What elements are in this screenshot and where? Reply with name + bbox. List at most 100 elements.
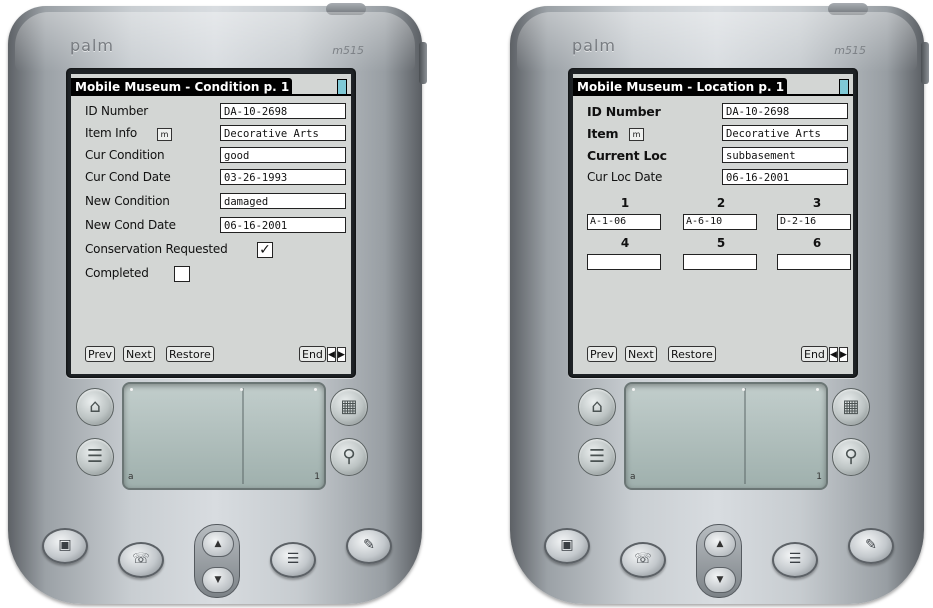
end-button[interactable]: End	[299, 346, 326, 362]
scroll-indicator	[337, 79, 347, 95]
form-titlebar: Mobile Museum - Location p. 1	[573, 78, 853, 96]
scroll-rocker: ▲ ▼	[194, 524, 240, 598]
location-number-5: 5	[716, 236, 726, 250]
side-button[interactable]	[921, 42, 929, 84]
hardware-buttons: ▣ ☏ ▲ ▼ ☰ ✎	[510, 506, 924, 598]
checkbox-row-completed: Completed	[71, 264, 351, 284]
scroll-right-arrow-icon[interactable]: ▶	[839, 347, 848, 362]
scroll-down-button[interactable]: ▼	[202, 567, 234, 593]
label-current-loc: Current Loc	[587, 148, 667, 163]
location-field-5[interactable]	[683, 254, 757, 270]
graffiti-abc-icon[interactable]: a	[630, 472, 636, 482]
restore-button[interactable]: Restore	[668, 346, 716, 362]
restore-button[interactable]: Restore	[166, 346, 214, 362]
field-row-item: Item m Decorative Arts	[573, 124, 853, 144]
field-row-cur-condition: Cur Condition good	[71, 146, 351, 166]
find-icon[interactable]: ⚲	[832, 438, 870, 476]
field-id-number[interactable]: DA-10-2698	[220, 103, 346, 119]
location-field-3[interactable]: D-2-16	[777, 214, 851, 230]
location-number-3: 3	[812, 196, 822, 210]
graffiti-123-icon[interactable]: 1	[314, 472, 320, 482]
graffiti-dot	[314, 388, 317, 391]
scroll-left-arrow-icon[interactable]: ◀	[829, 347, 838, 362]
side-button[interactable]	[419, 42, 427, 84]
stylus-nub	[828, 3, 868, 15]
palm-device-condition: palm m515 Mobile Museum - Condition p. 1…	[8, 3, 427, 604]
field-item[interactable]: Decorative Arts	[722, 125, 848, 141]
graffiti-divider	[744, 388, 746, 484]
label-completed: Completed	[85, 266, 149, 280]
graffiti-writing-area[interactable]: a 1	[122, 382, 326, 490]
menu-icon[interactable]: ☰	[578, 438, 616, 476]
date-book-button-icon[interactable]: ▣	[544, 528, 590, 564]
field-cur-cond-date[interactable]: 03-26-1993	[220, 169, 346, 185]
next-button[interactable]: Next	[123, 346, 155, 362]
palm-logo: palm	[572, 36, 616, 55]
field-cur-condition[interactable]: good	[220, 147, 346, 163]
home-icon[interactable]: ⌂	[578, 388, 616, 426]
scroll-left-arrow-icon[interactable]: ◀	[327, 347, 336, 362]
field-row-cur-cond-date: Cur Cond Date 03-26-1993	[71, 168, 351, 188]
field-row-cur-loc-date: Cur Loc Date 06-16-2001	[573, 168, 853, 188]
palm-logo: palm	[70, 36, 114, 55]
field-row-new-condition: New Condition damaged	[71, 192, 351, 212]
graffiti-abc-icon[interactable]: a	[128, 472, 134, 482]
graffiti-123-icon[interactable]: 1	[816, 472, 822, 482]
calculator-icon[interactable]: ▦	[832, 388, 870, 426]
todo-button-icon[interactable]: ☰	[270, 542, 316, 578]
note-icon[interactable]: m	[157, 128, 172, 141]
prev-button[interactable]: Prev	[85, 346, 115, 362]
address-button-icon[interactable]: ☏	[118, 542, 164, 578]
graffiti-dot	[816, 388, 819, 391]
field-new-condition[interactable]: damaged	[220, 193, 346, 209]
checkbox-completed[interactable]	[174, 266, 190, 282]
end-button[interactable]: End	[801, 346, 828, 362]
form-button-bar: Prev Next Restore End ◀ ▶	[573, 344, 853, 366]
location-number-2: 2	[716, 196, 726, 210]
location-number-6: 6	[812, 236, 822, 250]
label-cur-cond-date: Cur Cond Date	[85, 170, 171, 184]
field-new-cond-date[interactable]: 06-16-2001	[220, 217, 346, 233]
scroll-up-button[interactable]: ▲	[202, 531, 234, 557]
location-field-1[interactable]: A-1-06	[587, 214, 661, 230]
field-current-loc[interactable]: subbasement	[722, 147, 848, 163]
label-id-number: ID Number	[587, 104, 661, 119]
label-item: Item	[587, 126, 619, 141]
address-button-icon[interactable]: ☏	[620, 542, 666, 578]
location-field-6[interactable]	[777, 254, 851, 270]
model-label: m515	[834, 44, 866, 57]
scroll-right-arrow-icon[interactable]: ▶	[337, 347, 346, 362]
checkbox-conservation-requested[interactable]: ✓	[257, 242, 273, 258]
scroll-down-button[interactable]: ▼	[704, 567, 736, 593]
silkscreen-area: ⌂ ☰ ▦ ⚲ a 1	[66, 378, 368, 490]
location-number-4: 4	[620, 236, 630, 250]
calculator-icon[interactable]: ▦	[330, 388, 368, 426]
label-conservation-requested: Conservation Requested	[85, 242, 228, 256]
field-row-item-info: Item Info m Decorative Arts	[71, 124, 351, 144]
graffiti-writing-area[interactable]: a 1	[624, 382, 828, 490]
prev-button[interactable]: Prev	[587, 346, 617, 362]
graffiti-divider	[242, 388, 244, 484]
field-item-info[interactable]: Decorative Arts	[220, 125, 346, 141]
field-cur-loc-date[interactable]: 06-16-2001	[722, 169, 848, 185]
todo-button-icon[interactable]: ☰	[772, 542, 818, 578]
scroll-rocker: ▲ ▼	[696, 524, 742, 598]
graffiti-dot	[240, 388, 243, 391]
home-icon[interactable]: ⌂	[76, 388, 114, 426]
find-icon[interactable]: ⚲	[330, 438, 368, 476]
screen-frame: Mobile Museum - Location p. 1 ID Number …	[568, 68, 858, 378]
memo-button-icon[interactable]: ✎	[848, 528, 894, 564]
note-icon[interactable]: m	[629, 128, 644, 141]
screen-location: Mobile Museum - Location p. 1 ID Number …	[573, 74, 853, 374]
scroll-up-button[interactable]: ▲	[704, 531, 736, 557]
location-field-2[interactable]: A-6-10	[683, 214, 757, 230]
date-book-button-icon[interactable]: ▣	[42, 528, 88, 564]
field-id-number[interactable]: DA-10-2698	[722, 103, 848, 119]
location-number-1: 1	[620, 196, 630, 210]
location-field-4[interactable]	[587, 254, 661, 270]
checkbox-row-conservation: Conservation Requested ✓	[71, 240, 351, 260]
memo-button-icon[interactable]: ✎	[346, 528, 392, 564]
scroll-indicator	[839, 79, 849, 95]
next-button[interactable]: Next	[625, 346, 657, 362]
menu-icon[interactable]: ☰	[76, 438, 114, 476]
